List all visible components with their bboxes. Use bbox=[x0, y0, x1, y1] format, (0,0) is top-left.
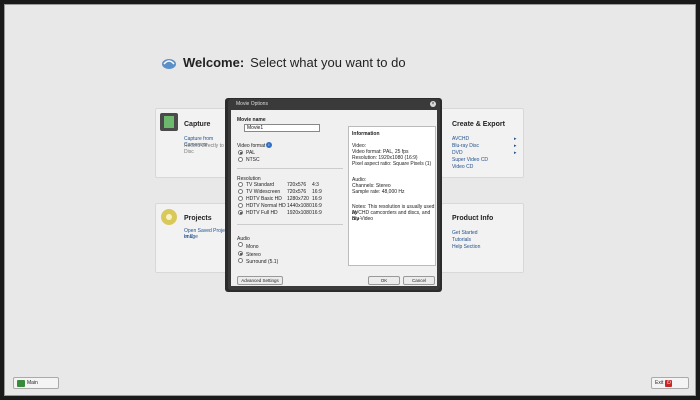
stereo-radio[interactable] bbox=[238, 251, 243, 256]
close-icon[interactable]: × bbox=[430, 101, 436, 107]
res-radio-hdtv-full[interactable] bbox=[238, 210, 243, 215]
surround-radio[interactable] bbox=[238, 258, 243, 263]
tutorials-link[interactable]: Tutorials bbox=[452, 237, 471, 243]
get-started-link[interactable]: Get Started bbox=[452, 230, 478, 236]
information-panel: Information Video: Video format: PAL, 25… bbox=[348, 126, 436, 266]
ok-button[interactable]: OK bbox=[368, 276, 400, 285]
info-icon[interactable]: i bbox=[266, 142, 272, 148]
welcome-subtitle: Select what you want to do bbox=[250, 55, 406, 70]
pal-radio[interactable] bbox=[238, 150, 243, 155]
stereo-label: Stereo bbox=[246, 252, 261, 258]
divider bbox=[237, 224, 343, 225]
main-menu-button[interactable]: Main bbox=[13, 377, 59, 389]
mono-label: Mono bbox=[246, 244, 259, 250]
res-ratio: 16:9 bbox=[312, 189, 322, 195]
mono-radio[interactable] bbox=[238, 242, 243, 247]
movie-options-dialog: Movie Options × Movie name Movie1 Video … bbox=[228, 99, 440, 290]
image-link[interactable]: Image bbox=[184, 234, 198, 240]
app-logo-icon bbox=[161, 56, 177, 70]
movie-name-input[interactable]: Movie1 bbox=[244, 124, 320, 132]
cancel-button[interactable]: Cancel bbox=[403, 276, 435, 285]
res-size: 1280x720 bbox=[287, 196, 309, 202]
capture-card: Capture Capture from Camera or Record Di… bbox=[155, 108, 233, 178]
exit-icon: ⏻ bbox=[665, 379, 673, 387]
res-radio-tv-standard[interactable] bbox=[238, 182, 243, 187]
info-line: Pixel aspect ratio: Square Pixels (1) bbox=[352, 161, 432, 167]
bluray-link[interactable]: Blu-ray Disc bbox=[452, 143, 479, 149]
res-ratio: 16:9 bbox=[312, 203, 322, 209]
res-name: TV Standard bbox=[246, 182, 275, 188]
res-size: 1920x1080 bbox=[287, 210, 312, 216]
exit-label: Exit bbox=[655, 380, 664, 386]
pal-label: PAL bbox=[246, 150, 256, 156]
folder-icon bbox=[160, 208, 178, 226]
bluray-arrow-icon: ▸ bbox=[514, 143, 517, 149]
res-radio-hdtv-basic[interactable] bbox=[238, 196, 243, 201]
info-line: Sample rate: 48,000 Hz bbox=[352, 189, 405, 195]
res-name: TV Widescreen bbox=[246, 189, 281, 195]
res-radio-tv-widescreen[interactable] bbox=[238, 189, 243, 194]
video-format-label: Video format bbox=[237, 143, 266, 149]
create-export-title: Create & Export bbox=[452, 121, 505, 128]
res-name: HDTV Basic HD bbox=[246, 196, 282, 202]
projects-card: Projects Open Saved Project or D Image bbox=[155, 203, 233, 273]
avchd-arrow-icon: ▸ bbox=[514, 136, 517, 142]
capture-title: Capture bbox=[184, 121, 211, 128]
dvd-link[interactable]: DVD bbox=[452, 150, 463, 156]
welcome-header: Welcome: Select what you want to do bbox=[161, 55, 406, 70]
dvd-arrow-icon: ▸ bbox=[514, 150, 517, 156]
main-icon bbox=[17, 379, 25, 387]
dialog-title: Movie Options bbox=[236, 101, 268, 107]
advanced-settings-button[interactable]: Advanced Settings bbox=[237, 276, 283, 285]
res-ratio: 4:3 bbox=[312, 182, 319, 188]
res-name: HDTV Normal HD bbox=[246, 203, 286, 209]
welcome-title: Welcome: bbox=[183, 55, 245, 70]
res-name: HDTV Full HD bbox=[246, 210, 278, 216]
res-size: 720x576 bbox=[287, 182, 307, 188]
movie-name-label: Movie name bbox=[237, 117, 266, 123]
svcd-link[interactable]: Super Video CD bbox=[452, 157, 488, 163]
vcd-link[interactable]: Video CD bbox=[452, 164, 473, 170]
dialog-body: Movie name Movie1 Video format i PAL NTS… bbox=[231, 110, 437, 286]
create-export-card: Create & Export AVCHD ▸ Blu-ray Disc ▸ D… bbox=[441, 108, 524, 178]
avchd-link[interactable]: AVCHD bbox=[452, 136, 469, 142]
res-size: 1440x1080 bbox=[287, 203, 312, 209]
info-line: ray Video bbox=[352, 216, 374, 222]
surround-label: Surround (5.1) bbox=[246, 259, 279, 265]
product-info-card: Product Info Get Started Tutorials Help … bbox=[441, 203, 524, 273]
projects-title: Projects bbox=[184, 215, 212, 222]
divider bbox=[237, 168, 343, 169]
res-size: 720x576 bbox=[287, 189, 307, 195]
film-icon bbox=[160, 113, 178, 131]
res-ratio: 16:9 bbox=[312, 210, 322, 216]
info-title: Information bbox=[352, 131, 380, 137]
main-menu-label: Main bbox=[27, 380, 38, 386]
res-ratio: 16:9 bbox=[312, 196, 322, 202]
ntsc-label: NTSC bbox=[246, 157, 260, 163]
ntsc-radio[interactable] bbox=[238, 157, 243, 162]
help-link[interactable]: Help Section bbox=[452, 244, 480, 250]
dialog-titlebar: Movie Options × bbox=[228, 99, 440, 109]
product-info-title: Product Info bbox=[452, 215, 494, 222]
res-radio-hdtv-normal[interactable] bbox=[238, 203, 243, 208]
exit-button[interactable]: Exit ⏻ bbox=[651, 377, 689, 389]
